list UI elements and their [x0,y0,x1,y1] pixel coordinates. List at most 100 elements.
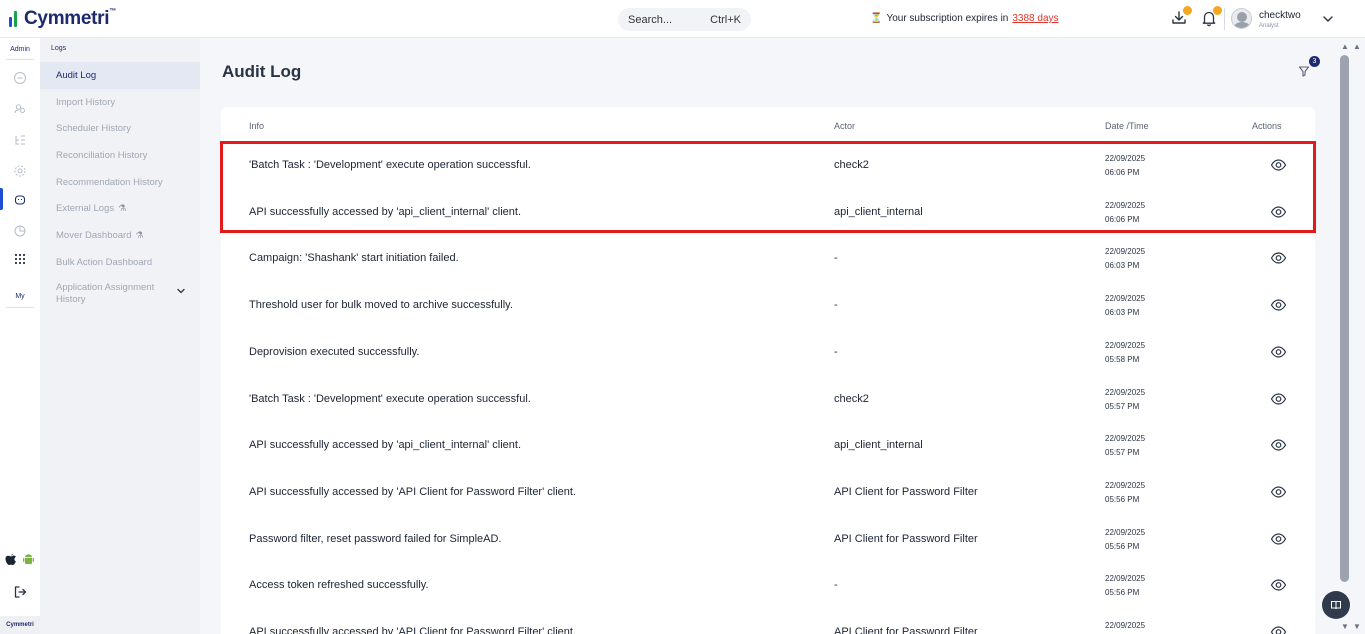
apps-grid-icon[interactable] [13,252,27,266]
users-icon[interactable] [13,102,27,116]
subscription-days-link[interactable]: 3388 days [1012,13,1058,24]
cell-date: 22/09/2025 [1105,154,1146,163]
cell-datetime: 22/09/2025 06:03 PM [1105,292,1145,320]
cell-date: 22/09/2025 [1105,621,1146,630]
table-row[interactable]: API successfully accessed by 'api_client… [221,188,1315,235]
chevron-down-icon[interactable] [1322,12,1334,24]
table-row[interactable]: API successfully accessed by 'API Client… [221,468,1315,515]
dashboard-icon[interactable] [13,71,27,85]
table-row[interactable]: 'Batch Task : 'Development' execute oper… [221,141,1315,188]
chevron-down-icon[interactable] [176,286,186,296]
pie-chart-icon[interactable] [13,224,27,238]
view-eye-icon[interactable] [1270,251,1287,265]
cell-time: 05:57 PM [1105,448,1140,458]
flask-icon: ⚗ [135,230,144,240]
hourglass-icon: ⏳ [870,13,883,24]
cell-info: API successfully accessed by 'api_client… [249,205,522,218]
avatar[interactable] [1231,8,1252,29]
view-eye-icon[interactable] [1270,485,1287,499]
column-header-info: Info [249,121,265,131]
subscription-notice: ⏳ Your subscription expires in 3388 days [870,13,1059,24]
cell-time: 06:03 PM [1105,308,1140,318]
help-button[interactable] [1322,591,1350,619]
cell-actor: - [834,579,838,592]
cell-time: 05:58 PM [1105,354,1140,364]
scroll-up-arrow[interactable]: ▲ [1353,42,1361,51]
rail-active-indicator [0,188,3,210]
page-title: Audit Log [222,62,302,81]
scroll-down-arrow[interactable]: ▼ [1341,622,1349,631]
submenu-item-import-history[interactable]: Import History [40,89,200,116]
table-row[interactable]: Deprovision executed successfully. - 22/09… [221,328,1315,375]
table-row[interactable]: Threshold user for bulk moved to archive… [221,281,1315,328]
submenu-item-mover-dashboard[interactable]: Mover Dashboard ⚗ [40,222,200,249]
view-eye-icon[interactable] [1270,532,1287,546]
cell-datetime: 22/09/2025 06:06 PM [1105,199,1145,227]
table-row[interactable]: Campaign: 'Shashank' start initiation fa… [221,234,1315,281]
cell-date: 22/09/2025 [1105,340,1146,350]
flask-icon: ⚗ [118,203,127,213]
view-eye-icon[interactable] [1270,392,1287,406]
submenu-item-bulk-action-dashboard[interactable]: Bulk Action Dashboard [40,249,200,276]
filter-icon[interactable] [1297,64,1311,78]
search-box[interactable]: Search... Ctrl+K [618,8,751,31]
search-label: Search... [628,13,673,26]
cell-info: API successfully accessed by 'API Client… [249,485,576,498]
cell-datetime: 22/09/2025 05:56 PM [1105,572,1145,600]
logo-mark-icon [9,11,22,27]
table-row[interactable]: Password filter, reset password failed f… [221,515,1315,562]
logs-icon[interactable] [13,193,27,207]
submenu-item-application-assignment-history[interactable]: Application Assignment History [40,276,200,306]
cell-time: 05:56 PM [1105,541,1140,551]
submenu-item-reconciliation-history[interactable]: Reconciliation History [40,142,200,169]
column-header-datetime: Date /Time [1105,121,1149,131]
table-row[interactable]: Access token refreshed successfully. - 22/… [221,561,1315,608]
view-eye-icon[interactable] [1270,298,1287,312]
view-eye-icon[interactable] [1270,625,1287,634]
submenu-item-recommendation-history[interactable]: Recommendation History [40,169,200,196]
download-badge [1183,6,1192,15]
bell-icon[interactable] [1200,6,1222,27]
cell-info: Access token refreshed successfully. [249,579,429,592]
table-row[interactable]: 'Batch Task : 'Development' execute oper… [221,375,1315,422]
cell-datetime: 22/09/2025 06:03 PM [1105,245,1145,273]
scroll-up-arrow[interactable]: ▲ [1341,42,1349,51]
logout-icon[interactable] [13,585,27,599]
cell-actor: check2 [834,159,869,171]
cell-time: 06:03 PM [1105,261,1140,271]
cell-actor: - [834,252,838,265]
user-name[interactable]: checktwo [1259,10,1301,21]
topbar-divider [1224,8,1225,30]
filter-count-badge: 3 [1309,56,1320,67]
hierarchy-icon[interactable] [13,133,27,147]
gear-icon[interactable] [13,164,27,178]
submenu-item-external-logs[interactable]: External Logs ⚗ [40,195,200,222]
cell-time: 06:06 PM [1105,168,1140,177]
download-icon[interactable] [1170,6,1192,27]
rail-my-label: My [15,293,25,300]
scroll-down-arrow[interactable]: ▼ [1353,622,1361,631]
table-row[interactable]: API successfully accessed by 'API Client… [221,608,1315,634]
view-eye-icon[interactable] [1270,158,1287,172]
footer-logo: Cymmetri [0,616,40,634]
column-header-actions: Actions [1252,121,1282,131]
cell-info: Threshold user for bulk moved to archive… [249,299,513,312]
view-eye-icon[interactable] [1270,438,1287,452]
search-shortcut: Ctrl+K [710,13,741,26]
cell-actor: - [834,299,838,312]
submenu-item-audit-log[interactable]: Audit Log [40,62,200,89]
cell-date: 22/09/2025 [1105,574,1146,584]
submenu-header: Logs [51,45,67,52]
scrollbar-thumb[interactable] [1340,55,1349,582]
android-icon[interactable] [22,553,36,567]
apple-icon[interactable] [5,553,19,567]
cell-info: Deprovision executed successfully. [249,345,420,358]
view-eye-icon[interactable] [1270,345,1287,359]
view-eye-icon[interactable] [1270,578,1287,592]
view-eye-icon[interactable] [1270,205,1287,219]
cell-actor: api_client_internal [834,205,923,218]
rail-divider [6,59,34,60]
brand-logo[interactable]: Cymmetri™ [9,8,116,30]
table-row[interactable]: API successfully accessed by 'api_client… [221,421,1315,468]
submenu-item-scheduler-history[interactable]: Scheduler History [40,115,200,142]
